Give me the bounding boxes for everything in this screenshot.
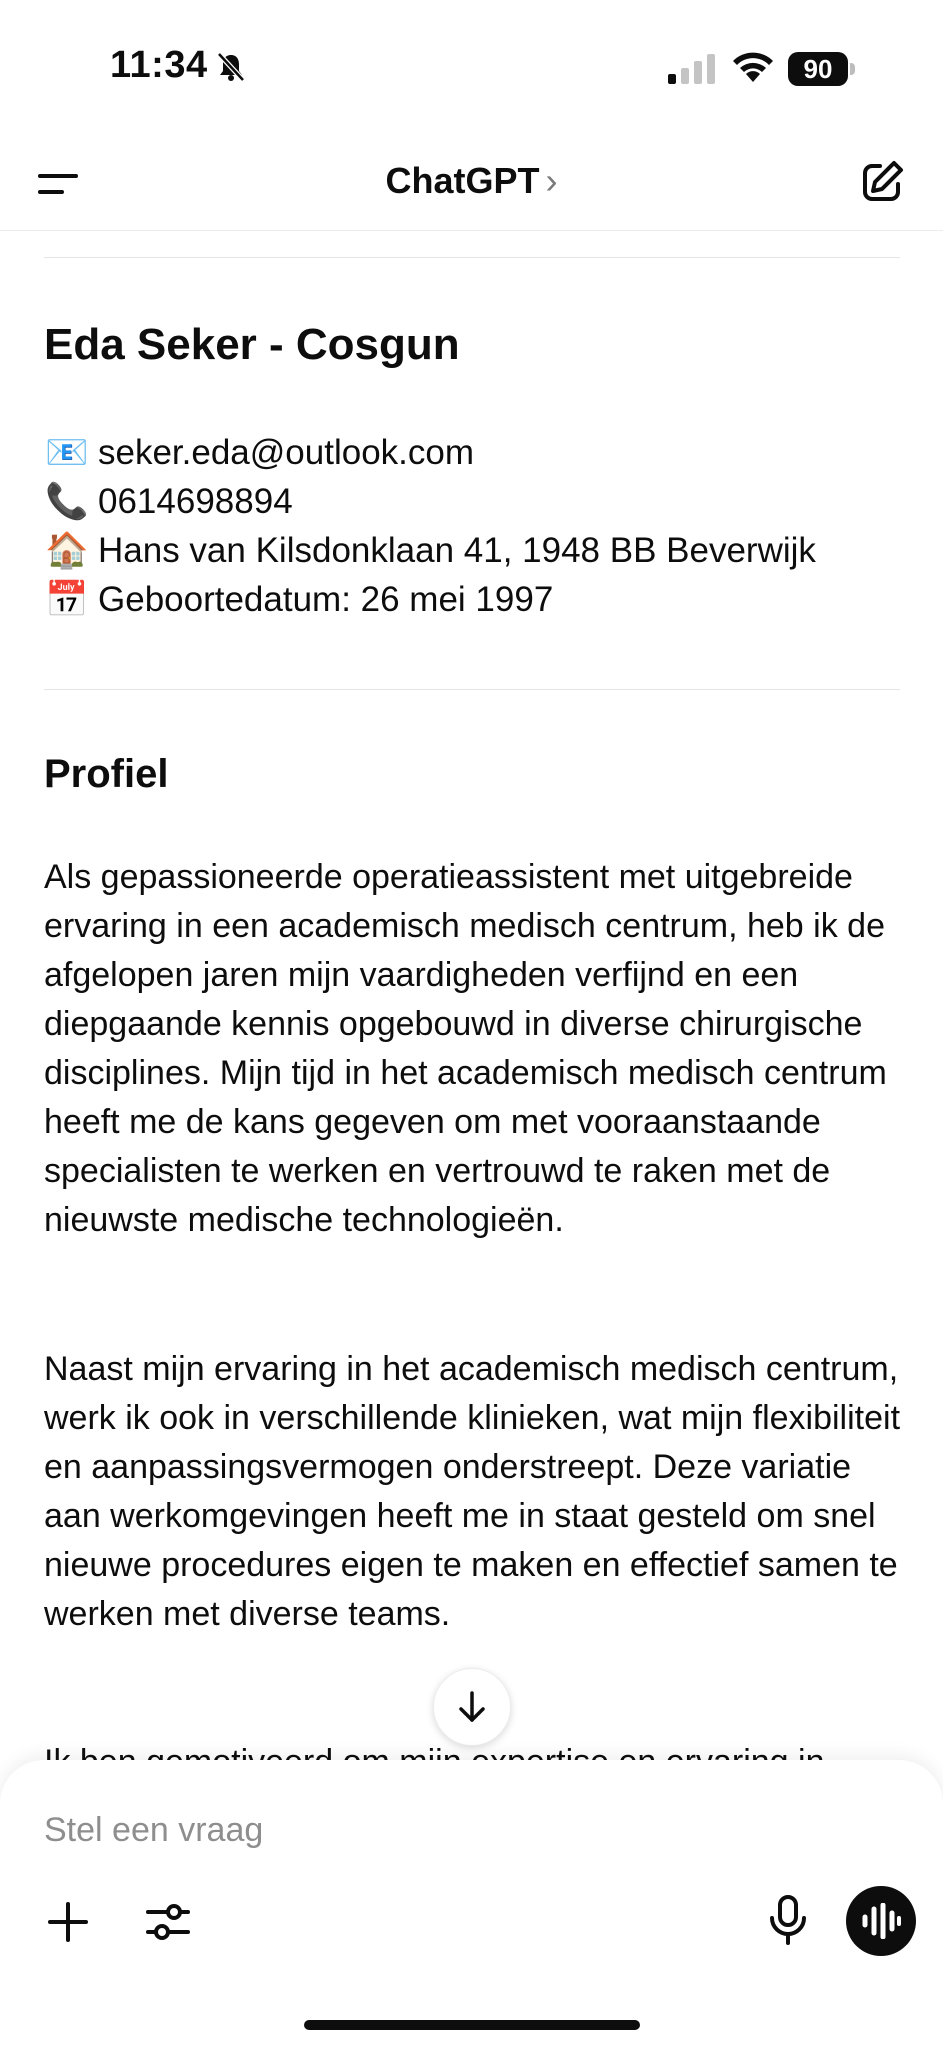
contact-birthdate: 📅 Geboortedatum: 26 mei 1997 (44, 575, 816, 624)
envelope-icon: 📧 (45, 433, 89, 472)
compose-icon[interactable] (858, 158, 906, 206)
address-text: Hans van Kilsdonklaan 41, 1948 BB Beverw… (98, 531, 816, 570)
scroll-to-bottom-button[interactable] (433, 1668, 511, 1746)
mic-icon[interactable] (764, 1894, 812, 1946)
calendar-icon: 📅 (45, 580, 89, 619)
divider (44, 257, 900, 258)
contact-address: 🏠 Hans van Kilsdonklaan 41, 1948 BB Bever… (44, 526, 816, 575)
house-icon: 🏠 (45, 531, 89, 570)
message-input[interactable] (44, 1800, 744, 1860)
divider (44, 689, 900, 690)
plus-icon[interactable] (44, 1898, 92, 1946)
candidate-name: Eda Seker - Cosgun (44, 320, 460, 369)
phone-text: 0614698894 (98, 482, 293, 521)
arrow-down-icon (459, 1691, 485, 1722)
chevron-right-icon: › (545, 160, 558, 201)
wifi-icon (730, 50, 776, 84)
contact-phone: 📞 0614698894 (44, 477, 816, 526)
battery-icon: 90 (788, 52, 856, 86)
home-indicator (304, 2020, 640, 2030)
profile-paragraph: Als gepassioneerde operatieassistent met… (44, 858, 887, 1239)
battery-level: 90 (788, 52, 848, 86)
section-title-profiel: Profiel (44, 752, 169, 796)
email-text: seker.eda@outlook.com (98, 433, 475, 472)
contact-email: 📧 seker.eda@outlook.com (44, 428, 816, 477)
status-time: 11:34 (110, 44, 208, 86)
tools-icon[interactable] (144, 1898, 192, 1946)
model-selector[interactable]: ChatGPT › (0, 160, 943, 202)
composer (0, 1760, 943, 2048)
profile-paragraph: Naast mijn ervaring in het academisch me… (44, 1350, 901, 1633)
battery-tip (850, 63, 855, 75)
status-bar: 11:34 90 (0, 0, 943, 140)
nav-bar: ChatGPT › (0, 140, 943, 231)
app-title: ChatGPT (385, 160, 540, 201)
bell-slash-icon (214, 50, 248, 84)
signal-icon (668, 54, 716, 84)
voice-mode-icon (862, 1903, 901, 1939)
voice-mode-button[interactable] (846, 1886, 916, 1956)
phone-icon: 📞 (45, 482, 89, 521)
birthdate-text: Geboortedatum: 26 mei 1997 (98, 580, 554, 619)
contact-info: 📧 seker.eda@outlook.com 📞 0614698894 🏠 Hans… (44, 428, 816, 624)
